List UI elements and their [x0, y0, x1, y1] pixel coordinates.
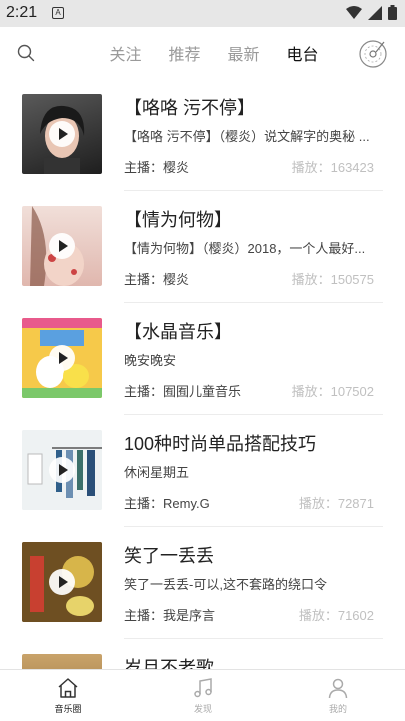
home-icon: [58, 678, 78, 698]
item-description: 【咯咯 污不停】（樱炎）说文解字的奥秘 ...: [124, 129, 370, 144]
play-icon[interactable]: [49, 569, 75, 595]
play-icon[interactable]: [49, 233, 75, 259]
signal-icon: [368, 5, 382, 20]
item-host: 主播：囿囿儿童音乐: [124, 384, 242, 399]
cover-image[interactable]: [22, 206, 102, 286]
item-host: 主播：我是序言: [124, 608, 216, 623]
play-icon[interactable]: [49, 457, 75, 483]
battery-icon: [388, 5, 397, 20]
item-play-count: 播放：163423: [291, 160, 374, 175]
record-player-icon[interactable]: [357, 39, 389, 69]
list-item[interactable]: 100种时尚单品搭配技巧 休闲星期五 主播：Remy.G 播放：72871: [0, 415, 405, 527]
item-title[interactable]: 【水晶音乐】: [124, 318, 384, 344]
item-title[interactable]: 【情为何物】: [124, 206, 384, 232]
list-item[interactable]: 【情为何物】 【情为何物】（樱炎）2018，一个人最好... 主播：樱炎 播放：…: [0, 191, 405, 303]
item-host: 主播：樱炎: [124, 272, 190, 287]
play-icon[interactable]: [49, 345, 75, 371]
cover-image[interactable]: [22, 94, 102, 174]
search-icon[interactable]: [16, 43, 36, 63]
item-title[interactable]: 笑了一丢丢: [124, 542, 384, 568]
cover-image[interactable]: [22, 318, 102, 398]
nav-label: 我的: [328, 704, 347, 714]
system-icons: [346, 5, 397, 20]
item-description: 晚安晚安: [124, 353, 177, 368]
list-item[interactable]: 【水晶音乐】 晚安晚安 主播：囿囿儿童音乐 播放：107502: [0, 303, 405, 415]
tab-latest[interactable]: 最新: [214, 41, 273, 65]
tab-recommend[interactable]: 推荐: [155, 41, 214, 65]
cover-image[interactable]: [22, 430, 102, 510]
music-note-icon: [194, 678, 212, 698]
tab-follow[interactable]: 关注: [96, 41, 155, 65]
nav-label: 音乐圈: [54, 704, 82, 714]
list-item[interactable]: 笑了一丢丢 笑了一丢丢-可以,这不套路的绕口令 主播：我是序言 播放：71602: [0, 527, 405, 639]
status-time: 2:21: [6, 4, 38, 21]
item-play-count: 播放：107502: [291, 384, 374, 399]
item-description: 【情为何物】（樱炎）2018，一个人最好...: [124, 241, 366, 256]
nav-discover[interactable]: 发现: [168, 676, 238, 715]
top-nav: 关注 推荐 最新 电台: [0, 27, 405, 79]
nav-label: 发现: [193, 704, 212, 714]
item-description: 休闲星期五: [124, 465, 190, 480]
wifi-icon: [346, 5, 362, 19]
item-play-count: 播放：71602: [298, 608, 374, 623]
item-description: 笑了一丢丢-可以,这不套路的绕口令: [124, 577, 327, 592]
tab-bar: 关注 推荐 最新 电台: [96, 41, 332, 65]
list-item[interactable]: 【咯咯 污不停】 【咯咯 污不停】（樱炎）说文解字的奥秘 ... 主播：樱炎 播…: [0, 79, 405, 191]
item-play-count: 播放：72871: [298, 496, 374, 511]
item-host: 主播：Remy.G: [124, 496, 210, 511]
play-icon[interactable]: [49, 121, 75, 147]
item-title[interactable]: 【咯咯 污不停】: [124, 94, 384, 120]
item-host: 主播：樱炎: [124, 160, 190, 175]
item-title[interactable]: 100种时尚单品搭配技巧: [124, 430, 384, 456]
cover-image[interactable]: [22, 542, 102, 622]
tab-radio[interactable]: 电台: [273, 41, 332, 65]
bottom-nav: 音乐圈 发现 我的: [0, 669, 405, 721]
status-bar: 2:21 A: [0, 0, 405, 27]
item-play-count: 播放：150575: [291, 272, 374, 287]
user-icon: [328, 678, 348, 699]
nav-music-circle[interactable]: 音乐圈: [33, 676, 103, 715]
sim-icon: A: [52, 7, 64, 19]
nav-mine[interactable]: 我的: [303, 676, 373, 715]
